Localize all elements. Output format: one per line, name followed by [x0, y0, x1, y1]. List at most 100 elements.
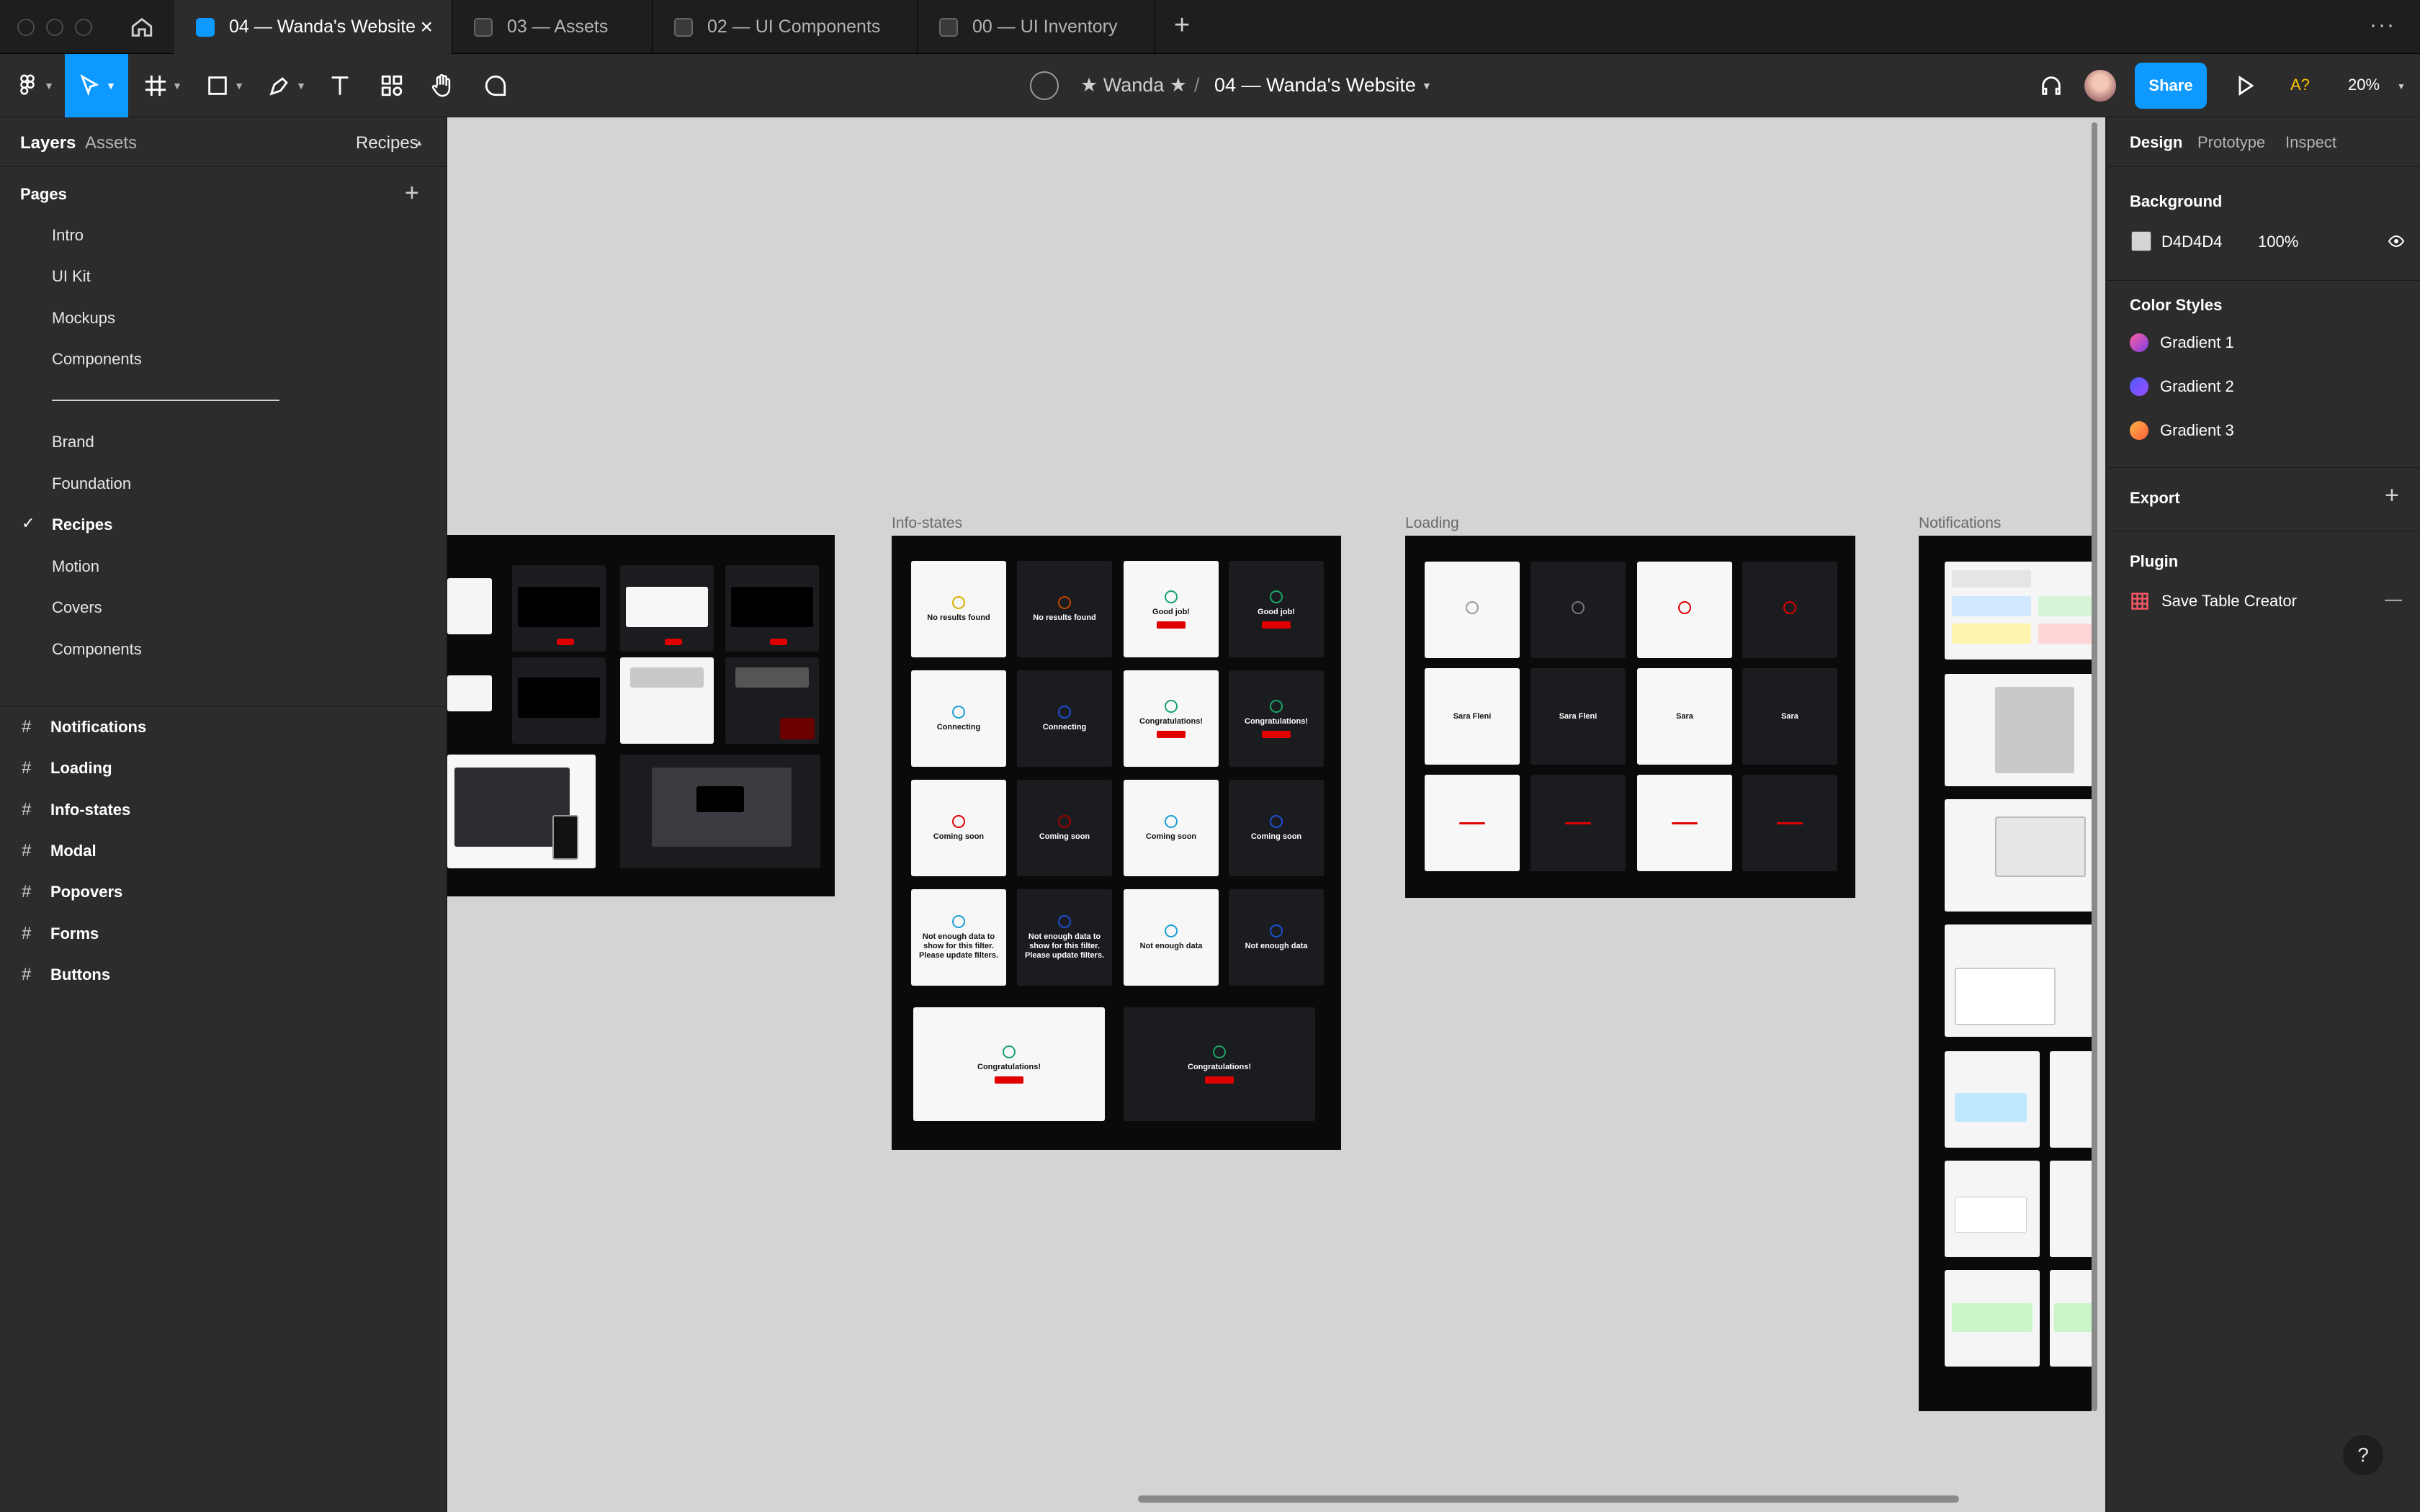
- info-state-card: Connecting: [911, 670, 1006, 767]
- page-ui-kit[interactable]: UI Kit: [52, 267, 91, 286]
- layer-loading[interactable]: Loading: [50, 759, 112, 778]
- info-state-card: Good job!: [1124, 561, 1219, 657]
- add-export-button[interactable]: +: [2385, 482, 2399, 510]
- background-opacity[interactable]: 100%: [2258, 233, 2298, 251]
- tab-design[interactable]: Design: [2130, 133, 2182, 152]
- close-icon[interactable]: ×: [420, 15, 433, 40]
- layer-info-states[interactable]: Info-states: [50, 801, 130, 819]
- window-close-light[interactable]: [17, 19, 35, 36]
- tab-assets[interactable]: Assets: [85, 133, 137, 153]
- check-icon: ✓: [22, 514, 35, 532]
- figma-logo-icon: [20, 74, 35, 95]
- window-minimize-light[interactable]: [46, 19, 63, 36]
- audio-button[interactable]: [2034, 54, 2069, 117]
- add-page-button[interactable]: +: [405, 179, 419, 207]
- chevron-down-icon[interactable]: ▼: [1422, 80, 1432, 91]
- share-button[interactable]: Share: [2135, 63, 2207, 109]
- tab-ui-components[interactable]: 02 — UI Components: [653, 0, 918, 54]
- breadcrumb-file[interactable]: 04 — Wanda's Website: [1214, 74, 1416, 96]
- color-style-gradient-1[interactable]: Gradient 1: [2130, 333, 2234, 352]
- cta-button: [1262, 621, 1291, 629]
- chevron-up-icon[interactable]: ▲: [415, 138, 424, 148]
- state-icon: [952, 814, 965, 828]
- frame-info-states[interactable]: No results found No results found Good job…: [892, 536, 1341, 1150]
- eye-icon[interactable]: [2386, 233, 2406, 253]
- page-recipes[interactable]: Recipes: [52, 516, 112, 534]
- page-switcher[interactable]: Recipes: [356, 133, 418, 153]
- hand-tool-button[interactable]: [425, 54, 460, 117]
- loading-spinner-card: [1742, 562, 1837, 658]
- layer-forms[interactable]: Forms: [50, 924, 99, 943]
- tab-ui-inventory[interactable]: 00 — UI Inventory: [918, 0, 1155, 54]
- tab-inspect[interactable]: Inspect: [2285, 133, 2336, 152]
- breadcrumb-team[interactable]: ★ Wanda ★: [1080, 74, 1187, 96]
- background-swatch[interactable]: [2131, 231, 2151, 251]
- pen-tool-button[interactable]: ▼: [259, 54, 314, 117]
- resources-button[interactable]: [375, 54, 409, 117]
- move-tool-button[interactable]: ▼: [65, 54, 128, 117]
- home-icon[interactable]: [122, 0, 161, 54]
- chevron-down-icon: ▼: [106, 80, 116, 91]
- tab-assets[interactable]: 03 — Assets: [452, 0, 653, 54]
- layer-popovers[interactable]: Popovers: [50, 883, 122, 901]
- frame-tool-button[interactable]: ▼: [137, 54, 189, 117]
- text-tool-button[interactable]: [323, 54, 357, 117]
- loading-profile-card: Sara: [1742, 668, 1837, 765]
- present-button[interactable]: [2227, 54, 2263, 117]
- layer-modal[interactable]: Modal: [50, 842, 97, 860]
- page-covers[interactable]: Covers: [52, 598, 102, 617]
- page-intro[interactable]: Intro: [52, 226, 84, 245]
- color-style-gradient-3[interactable]: Gradient 3: [2130, 421, 2234, 440]
- chevron-down-icon[interactable]: ▼: [2397, 81, 2406, 91]
- gradient-swatch: [2130, 333, 2148, 352]
- comment-tool-button[interactable]: [478, 54, 513, 117]
- tab-prototype[interactable]: Prototype: [2197, 133, 2265, 152]
- state-icon: [1058, 914, 1071, 928]
- info-state-title: Congratulations!: [1245, 716, 1308, 726]
- background-hex[interactable]: D4D4D4: [2161, 233, 2222, 251]
- divider: [2107, 280, 2420, 281]
- new-tab-button[interactable]: +: [1174, 10, 1190, 41]
- plugin-item[interactable]: Save Table Creator: [2130, 591, 2297, 611]
- missing-fonts-icon[interactable]: A?: [2290, 76, 2310, 94]
- more-menu-icon[interactable]: ···: [2370, 13, 2396, 37]
- remove-plugin-button[interactable]: —: [2385, 590, 2402, 610]
- horizontal-scrollbar[interactable]: [1138, 1495, 1959, 1503]
- state-icon: [952, 914, 965, 928]
- zoom-level[interactable]: 20%: [2348, 76, 2380, 94]
- background-title: Background: [2130, 192, 2223, 210]
- avatar[interactable]: [2084, 70, 2116, 102]
- page-foundation[interactable]: Foundation: [52, 474, 131, 493]
- info-state-card: Not enough data: [1229, 889, 1324, 986]
- frame-notifications[interactable]: [1919, 536, 2105, 1411]
- window-zoom-light[interactable]: [75, 19, 92, 36]
- page-components[interactable]: Components: [52, 350, 142, 369]
- shape-tool-button[interactable]: ▼: [199, 54, 251, 117]
- page-motion[interactable]: Motion: [52, 557, 99, 576]
- info-state-title: Not enough data: [1245, 941, 1308, 950]
- frame-label-info-states: Info-states: [892, 515, 963, 531]
- modal-thumb: [512, 565, 606, 652]
- tab-wandas-website[interactable]: 04 — Wanda's Website ×: [174, 0, 452, 54]
- frame-modal[interactable]: [447, 535, 835, 896]
- frame-loading[interactable]: Sara Fleni Sara Fleni Sara Sara: [1405, 536, 1855, 898]
- frame-icon: #: [22, 965, 32, 984]
- color-style-gradient-2[interactable]: Gradient 2: [2130, 377, 2234, 396]
- frame-label-notifications: Notifications: [1919, 515, 2002, 531]
- frame-icon: #: [22, 717, 32, 737]
- page-mockups[interactable]: Mockups: [52, 309, 115, 328]
- vertical-scrollbar[interactable]: [2092, 122, 2097, 1411]
- info-state-card: No results found: [1017, 561, 1112, 657]
- canvas[interactable]: Info-states No results found No results f…: [447, 117, 2105, 1512]
- layer-buttons[interactable]: Buttons: [50, 966, 110, 984]
- main-menu-button[interactable]: ▼: [13, 54, 56, 117]
- export-title: Export: [2130, 489, 2180, 507]
- tab-layers[interactable]: Layers: [20, 133, 76, 153]
- help-button[interactable]: ?: [2343, 1435, 2383, 1475]
- info-state-card: Not enough data to show for this filter.…: [911, 889, 1006, 986]
- play-icon: [2238, 76, 2254, 96]
- page-brand[interactable]: Brand: [52, 433, 94, 451]
- team-avatar-icon[interactable]: [1030, 71, 1059, 100]
- page-components-2[interactable]: Components: [52, 640, 142, 659]
- layer-notifications[interactable]: Notifications: [50, 718, 146, 737]
